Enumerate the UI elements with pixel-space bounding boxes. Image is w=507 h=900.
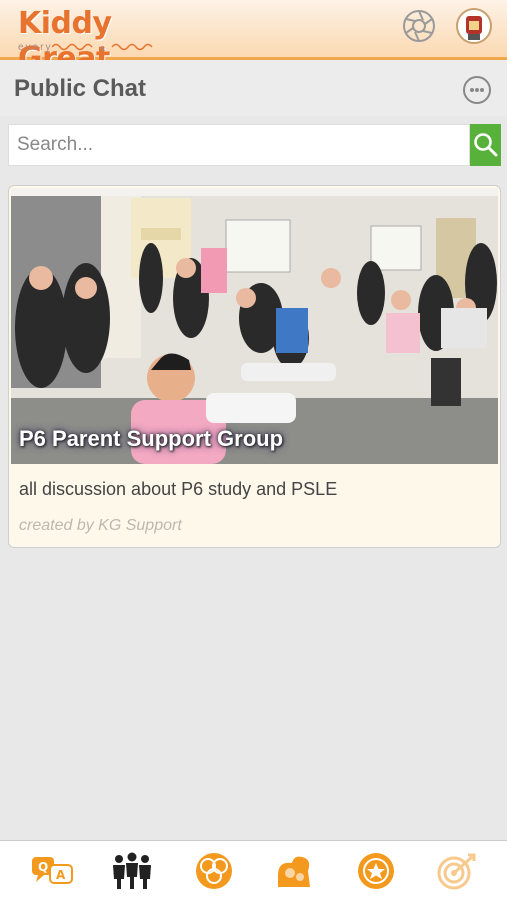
title-bar: Public Chat <box>0 60 507 116</box>
svg-text:A: A <box>56 868 66 882</box>
search-input[interactable] <box>8 124 470 166</box>
aperture-gear-icon <box>403 10 435 42</box>
group-card[interactable]: P6 Parent Support Group all discussion a… <box>8 185 501 548</box>
nav-item-badges[interactable] <box>354 851 398 891</box>
nav-item-goals[interactable] <box>434 851 478 891</box>
profile-avatar-icon <box>466 16 482 40</box>
search-icon <box>474 133 498 157</box>
group-photo <box>11 188 498 464</box>
group-name: P6 Parent Support Group <box>19 426 284 451</box>
circles-icon <box>196 853 232 889</box>
more-options-icon <box>470 88 474 92</box>
bottom-nav: Q A <box>0 840 507 900</box>
nav-item-circles[interactable] <box>192 851 236 891</box>
group-description: all discussion about P6 study and PSLE <box>19 479 338 499</box>
search-bar <box>8 124 501 166</box>
avatar[interactable] <box>456 8 492 44</box>
app-logo[interactable]: Kiddy Great every a <box>18 6 198 76</box>
logo-tagline: every <box>18 42 53 53</box>
nav-item-community[interactable] <box>110 851 154 891</box>
page-title: Public Chat <box>14 75 147 102</box>
group-creator: created by KG Support <box>19 517 182 534</box>
people-group-icon <box>113 852 151 889</box>
nav-item-qa[interactable]: Q A <box>30 851 74 891</box>
nav-item-rewards[interactable] <box>272 851 316 891</box>
settings-button[interactable] <box>402 9 436 43</box>
classroom-photo-image <box>11 188 498 464</box>
qa-bubbles-icon: Q A <box>32 857 73 884</box>
treasure-icon <box>278 856 310 887</box>
more-options-button[interactable] <box>463 76 491 104</box>
search-button[interactable] <box>470 124 501 166</box>
target-icon <box>437 853 476 890</box>
logo-wave-decoration: a <box>52 43 153 52</box>
svg-text:Q: Q <box>38 860 48 874</box>
svg-text:a: a <box>100 43 105 52</box>
app-header: Kiddy Great every a <box>0 0 507 76</box>
star-badge-icon <box>358 853 394 889</box>
